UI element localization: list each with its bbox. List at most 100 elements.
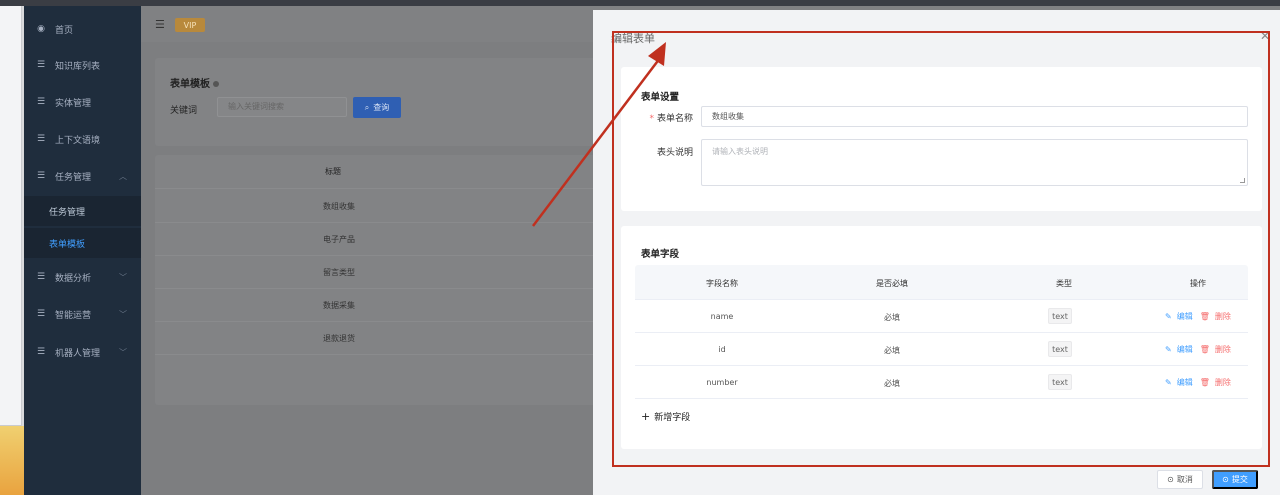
table-row: name 必填 text ✎ 编辑 🗑 删除 <box>635 300 1248 333</box>
keyword-label: 关键词 <box>170 106 198 116</box>
section-title: 表单字段 <box>641 249 680 260</box>
sidebar-subitem-form-template[interactable]: 表单模板 <box>24 228 141 258</box>
chevron-down-icon: ﹀ <box>119 309 127 319</box>
sidebar-item-home[interactable]: ◉ 首页 <box>24 14 141 44</box>
submit-button-label: 提交 <box>1231 475 1248 484</box>
sidebar-item-tasks[interactable]: ☰ 任务管理 ︿ <box>24 161 141 191</box>
form-fields-section: 表单字段 字段名称 是否必填 类型 操作 name 必填 text ✎ 编辑 🗑 删… <box>621 226 1262 449</box>
sidebar-item-label: 首页 <box>55 25 74 36</box>
field-type-tag: text <box>1048 374 1072 390</box>
table-row[interactable]: 电子产品 <box>155 223 615 256</box>
chevron-down-icon: ﹀ <box>119 272 127 282</box>
add-field-label: 新增字段 <box>654 413 691 423</box>
row-title: 数组收集 <box>323 202 355 211</box>
search-button[interactable]: ⌕ 查询 <box>353 97 401 118</box>
dock-icon <box>0 426 24 495</box>
section-title: 表单设置 <box>641 92 680 103</box>
list-icon: ☰ <box>36 171 46 181</box>
sidebar-subitem-task-manage[interactable]: 任务管理 <box>24 196 141 226</box>
edit-button[interactable]: ✎ 编辑 <box>1165 344 1193 355</box>
sidebar: ◉ 首页 ☰ 知识库列表 ☰ 实体管理 ☰ 上下文语境 ☰ 任务管理 ︿ 任务管… <box>24 6 141 495</box>
sidebar-item-robots[interactable]: ☰ 机器人管理 ﹀ <box>24 337 141 367</box>
sidebar-item-label: 上下文语境 <box>55 135 101 146</box>
cancel-button-label: 取消 <box>1176 475 1193 484</box>
check-circle-icon: ⊙ <box>1222 475 1229 484</box>
form-name-label: * 表单名称 <box>633 111 693 124</box>
edit-button-label: 编辑 <box>1176 312 1193 321</box>
form-name-input[interactable]: 数组收集 <box>701 106 1248 127</box>
menu-toggle-icon[interactable]: ☰ <box>155 18 165 31</box>
column-header-required: 是否必填 <box>876 279 908 288</box>
sidebar-item-label: 实体管理 <box>55 98 92 109</box>
edit-button-label: 编辑 <box>1176 378 1193 387</box>
column-header-type: 类型 <box>1056 279 1072 288</box>
table-row[interactable]: 数组收集 <box>155 190 615 223</box>
field-type-tag: text <box>1048 308 1072 324</box>
edit-button[interactable]: ✎ 编辑 <box>1165 311 1193 322</box>
edit-form-drawer: 编辑表单 ✕ 表单设置 * 表单名称 数组收集 表头说明 请输入表头说明 表单字段… <box>593 10 1280 495</box>
search-button-label: 查询 <box>373 103 390 112</box>
chevron-down-icon: ﹀ <box>119 347 127 357</box>
delete-button-label: 删除 <box>1214 345 1231 354</box>
vip-badge: VIP <box>175 18 205 32</box>
table-row[interactable]: 退款退货 <box>155 322 615 355</box>
list-icon: ☰ <box>36 272 46 282</box>
table-row[interactable]: 数据采集 <box>155 289 615 322</box>
cancel-button[interactable]: ⊙ 取消 <box>1157 470 1203 489</box>
column-header-field-name: 字段名称 <box>706 279 738 288</box>
field-name: id <box>718 345 726 354</box>
delete-button-label: 删除 <box>1214 378 1231 387</box>
sidebar-subitem-label: 表单模板 <box>49 239 86 250</box>
list-icon: ☰ <box>36 309 46 319</box>
table-header: 字段名称 是否必填 类型 操作 <box>635 265 1248 300</box>
row-title: 退款退货 <box>323 334 355 343</box>
trash-icon: 🗑 <box>1199 378 1210 387</box>
delete-button[interactable]: 🗑 删除 <box>1200 311 1231 322</box>
edit-icon: ✎ <box>1165 345 1172 354</box>
sidebar-item-label: 数据分析 <box>55 273 92 284</box>
edit-button[interactable]: ✎ 编辑 <box>1165 377 1193 388</box>
sidebar-item-context[interactable]: ☰ 上下文语境 <box>24 124 141 154</box>
page-title: 表单模板 <box>170 75 219 90</box>
dashboard-icon: ◉ <box>37 24 45 34</box>
row-title: 电子产品 <box>323 235 355 244</box>
row-actions: ✎ 编辑 🗑 删除 <box>1165 311 1231 322</box>
form-name-label-text: 表单名称 <box>656 114 693 124</box>
table-row[interactable]: 留言类型 <box>155 256 615 289</box>
delete-button[interactable]: 🗑 删除 <box>1200 344 1231 355</box>
required-mark: * <box>649 114 654 124</box>
delete-button[interactable]: 🗑 删除 <box>1200 377 1231 388</box>
desktop-edge <box>0 6 24 495</box>
sidebar-item-entity[interactable]: ☰ 实体管理 <box>24 87 141 117</box>
chevron-up-icon: ︿ <box>119 171 127 181</box>
add-field-button[interactable]: + 新增字段 <box>641 410 690 423</box>
cancel-icon: ⊙ <box>1167 475 1174 484</box>
resize-handle-icon[interactable] <box>1240 178 1245 183</box>
keyword-input[interactable]: 输入关键词搜索 <box>217 97 347 117</box>
background-window <box>0 6 22 426</box>
delete-button-label: 删除 <box>1214 312 1231 321</box>
row-title: 数据采集 <box>323 301 355 310</box>
row-actions: ✎ 编辑 🗑 删除 <box>1165 344 1231 355</box>
sidebar-subitem-label: 任务管理 <box>49 207 86 218</box>
header-desc-textarea[interactable]: 请输入表头说明 <box>701 139 1248 186</box>
field-required: 必填 <box>884 379 900 388</box>
table-header: 标题 <box>155 155 615 189</box>
trash-icon: 🗑 <box>1199 312 1210 321</box>
close-icon[interactable]: ✕ <box>1260 29 1270 43</box>
sidebar-item-label: 智能运营 <box>55 310 92 321</box>
template-table: 标题 数组收集 电子产品 留言类型 数据采集 退款退货 <box>155 155 615 405</box>
sidebar-item-operations[interactable]: ☰ 智能运营 ﹀ <box>24 299 141 329</box>
list-icon: ☰ <box>36 134 46 144</box>
edit-icon: ✎ <box>1165 378 1172 387</box>
sidebar-item-knowledge-base[interactable]: ☰ 知识库列表 <box>24 50 141 80</box>
search-card: 表单模板 关键词 输入关键词搜索 ⌕ 查询 <box>155 58 615 146</box>
submit-button[interactable]: ⊙ 提交 <box>1212 470 1258 489</box>
sidebar-item-label: 机器人管理 <box>55 348 101 359</box>
field-name: name <box>710 312 734 321</box>
info-icon <box>213 81 219 87</box>
sidebar-item-label: 知识库列表 <box>55 61 101 72</box>
table-row: number 必填 text ✎ 编辑 🗑 删除 <box>635 366 1248 399</box>
sidebar-item-analytics[interactable]: ☰ 数据分析 ﹀ <box>24 262 141 292</box>
header-desc-placeholder: 请输入表头说明 <box>712 147 768 156</box>
